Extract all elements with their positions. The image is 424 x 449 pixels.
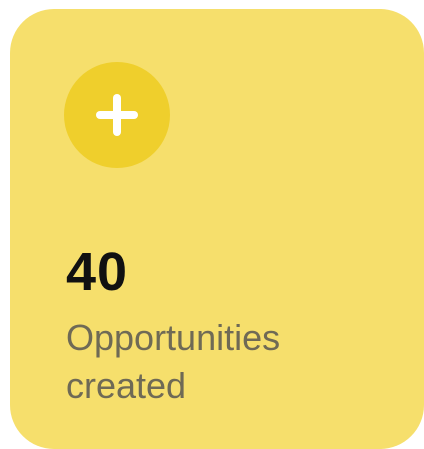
opportunities-created-card: 40 Opportunities created: [10, 9, 424, 449]
plus-icon: [96, 94, 138, 136]
metric-label: Opportunities created: [66, 317, 281, 406]
plus-icon-button[interactable]: [64, 62, 170, 168]
metric-value: 40: [66, 242, 129, 302]
